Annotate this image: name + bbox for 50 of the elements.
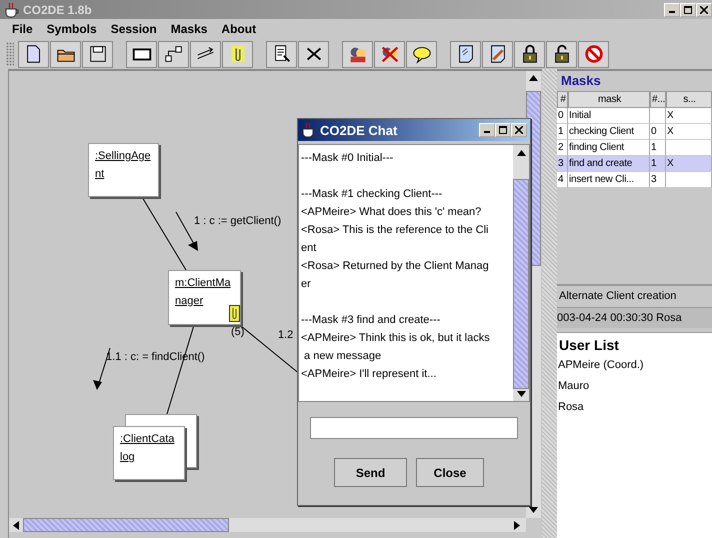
chat-line: <APMeire> I'll represent it...	[301, 367, 438, 382]
menu-item[interactable]: File	[6, 22, 41, 36]
user-item[interactable]: APMeire (Coord.)	[558, 355, 712, 376]
chat-line: <APMeire> Think this is ok, but it lacks	[301, 331, 491, 346]
mask-row[interactable]: 3 find and create 1 X	[557, 156, 712, 172]
chat-line: ---Mask #0 Initial---	[301, 151, 394, 166]
close-button[interactable]: Close	[416, 458, 484, 487]
chat-line: <APMeire> What does this 'c' mean?	[301, 205, 482, 220]
object-box[interactable]: m:ClientMa nager	[168, 270, 241, 325]
menu-item[interactable]: Session	[104, 22, 165, 36]
object-name: m:ClientMa	[175, 277, 231, 289]
message-label: 1.2	[278, 329, 294, 341]
table-cell: insert new Cli...	[568, 172, 650, 188]
chat-line: <Rosa> This is the reference to the Cli	[301, 223, 490, 238]
menu-item[interactable]: Masks	[164, 22, 216, 36]
note-count: (5)	[231, 326, 244, 338]
chat-line: er	[301, 277, 312, 292]
column-header[interactable]: s...	[666, 91, 712, 108]
object-box[interactable]: :ClientCata log	[113, 426, 185, 480]
menu-item[interactable]: Symbols	[40, 22, 105, 36]
object-name: log	[120, 451, 135, 463]
chat-line: ---Mask #3 find and create---	[301, 313, 442, 328]
object-name: :SellingAge	[95, 150, 151, 162]
chat-line: ent	[301, 241, 318, 256]
mask-row[interactable]: 0 Initial X	[557, 108, 712, 124]
chat-line: a new message	[303, 349, 382, 364]
column-header[interactable]: #...	[650, 91, 666, 108]
object-box[interactable]: :SellingAge nt	[88, 143, 159, 197]
object-name: nager	[175, 295, 204, 307]
table-cell: 4	[557, 172, 568, 188]
object-name: :ClientCata	[120, 433, 174, 445]
chat-window-title: CO2DE Chat	[320, 122, 398, 138]
window-title: CO2DE 1.8b	[23, 2, 93, 16]
mask-row[interactable]: 4 insert new Cli... 3	[557, 172, 712, 188]
table-cell: 3	[650, 172, 666, 188]
user-item[interactable]: Mauro	[558, 376, 712, 397]
user-item[interactable]: Rosa	[558, 397, 712, 418]
menu-item[interactable]: About	[215, 22, 264, 36]
column-header[interactable]: mask	[568, 91, 650, 108]
mask-row[interactable]: 1 checking Client 0 X	[557, 124, 712, 140]
column-header[interactable]: #	[557, 91, 568, 108]
panel-title: Masks	[560, 72, 602, 90]
mask-row[interactable]: 2 finding Client 1	[557, 140, 712, 156]
send-button[interactable]: Send	[334, 458, 407, 487]
message-label: 1 : c := getClient()	[194, 215, 282, 227]
object-name: nt	[95, 168, 104, 180]
mask-timestamp: 003-04-24 00:30:30 Rosa	[557, 308, 712, 328]
chat-line: ---Mask #1 checking Client---	[301, 187, 444, 202]
chat-line: <Rosa> Returned by the Client Manag	[301, 259, 490, 274]
panel-title: User List	[558, 336, 620, 355]
